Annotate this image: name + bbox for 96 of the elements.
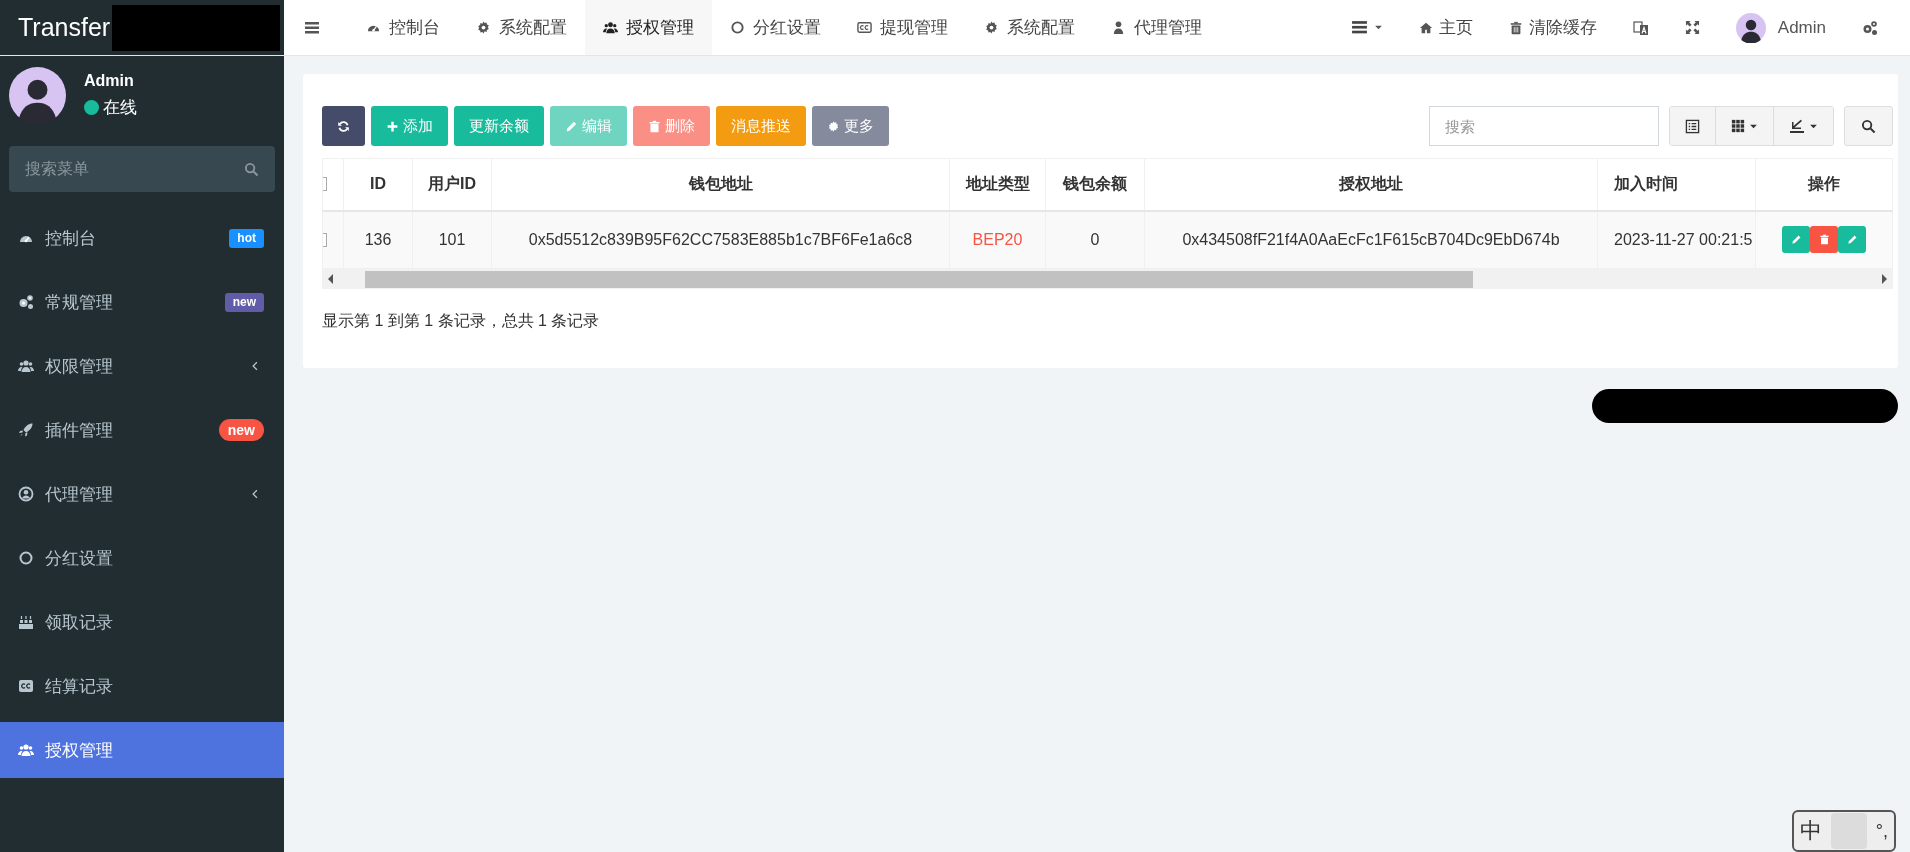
- nav-tab[interactable]: 提现管理: [839, 0, 966, 55]
- export-icon: [1789, 118, 1805, 134]
- gear-icon: [476, 20, 491, 35]
- cc-icon: [857, 20, 872, 35]
- pagination-summary: 显示第 1 到第 1 条记录，总共 1 条记录: [322, 311, 601, 331]
- checkbox[interactable]: [323, 177, 327, 192]
- settings-icon[interactable]: [1862, 19, 1878, 36]
- user-icon: [1111, 20, 1126, 35]
- nav-tab[interactable]: 系统配置: [458, 0, 585, 55]
- sidebar-item[interactable]: 领取记录: [0, 594, 284, 650]
- ime-widget[interactable]: 中 °,: [1792, 810, 1896, 852]
- search-field[interactable]: 搜索: [1429, 106, 1659, 146]
- ime-punctuation: °,: [1875, 820, 1888, 842]
- pencil-icon: [1846, 234, 1858, 246]
- table-cell: 0x5d5512c839B95F62CC7583E885b1c7BF6Fe1a6c8: [491, 210, 950, 269]
- table-cell: BEP20: [949, 210, 1046, 269]
- logo-text: Transfer: [18, 13, 111, 42]
- scroll-left-icon[interactable]: [328, 274, 333, 284]
- sidebar-item[interactable]: 控制台 hot: [0, 210, 284, 266]
- column-header: 操作: [1755, 158, 1893, 211]
- menu-icon[interactable]: [304, 19, 320, 36]
- nav-tab[interactable]: 代理管理: [1093, 0, 1220, 55]
- horizontal-scrollbar[interactable]: [322, 269, 1893, 289]
- gear-icon: [984, 20, 999, 35]
- user-menu[interactable]: Admin: [1717, 12, 1844, 43]
- nav-tab[interactable]: 授权管理: [585, 0, 712, 55]
- table-cell: 101: [412, 210, 492, 269]
- plus-icon: [386, 119, 399, 133]
- caret-icon: [1373, 23, 1383, 32]
- badge: new: [224, 292, 264, 312]
- column-header: 地址类型: [949, 158, 1046, 211]
- users-icon: [18, 742, 34, 758]
- table-cell: 0x434508fF21f4A0AaEcFc1F615cB704Dc9EbD674b: [1144, 210, 1598, 269]
- nav-link[interactable]: 主页: [1400, 16, 1491, 39]
- circle-icon: [730, 20, 745, 35]
- circle-icon: [18, 550, 34, 566]
- grid-icon: [1731, 119, 1745, 133]
- list-icon: [1685, 118, 1700, 134]
- ime-label: 中: [1800, 817, 1822, 845]
- scroll-right-icon[interactable]: [1882, 274, 1887, 284]
- column-header: 钱包地址: [491, 158, 950, 211]
- status-text: 在线: [103, 96, 137, 119]
- cake-icon: [18, 614, 34, 630]
- nav-tab[interactable]: 控制台: [348, 0, 458, 55]
- avatar-icon: [9, 66, 66, 124]
- gears-icon: [18, 294, 34, 310]
- column-header: 用户ID: [412, 158, 492, 211]
- column-header: 加入时间: [1597, 158, 1756, 211]
- badge: new: [218, 419, 264, 441]
- fullscreen-icon[interactable]: [1684, 20, 1700, 35]
- toggle-view-button[interactable]: [1670, 107, 1715, 145]
- refresh-icon: [337, 119, 350, 133]
- table-cell: 136: [343, 210, 413, 269]
- sidebar-item[interactable]: 权限管理: [0, 338, 284, 394]
- user-circle-icon: [18, 486, 34, 502]
- search-button[interactable]: [1844, 106, 1893, 146]
- sidebar-item[interactable]: 分红设置: [0, 530, 284, 586]
- search-icon: [244, 162, 259, 177]
- nav-tab[interactable]: 分红设置: [712, 0, 839, 55]
- nav-link[interactable]: 清除缓存: [1490, 16, 1615, 39]
- sidebar-item[interactable]: 结算记录: [0, 658, 284, 714]
- delete-button[interactable]: [1810, 226, 1838, 254]
- pencil-icon: [565, 119, 578, 133]
- sidebar-item[interactable]: 代理管理: [0, 466, 284, 522]
- column-header: 授权地址: [1144, 158, 1598, 211]
- list-icon: [1350, 19, 1368, 36]
- translate-icon[interactable]: [1632, 19, 1649, 36]
- nav-tab[interactable]: 系统配置: [966, 0, 1093, 55]
- cs-icon: [18, 678, 34, 694]
- column-header: ID: [343, 158, 413, 211]
- users-icon: [603, 20, 618, 35]
- scrollbar-thumb[interactable]: [365, 270, 1473, 288]
- home-icon: [1418, 20, 1433, 35]
- badge: hot: [229, 228, 264, 248]
- table-cell: 2023-11-27 00:21:5: [1597, 210, 1756, 269]
- sidebar-item[interactable]: 插件管理 new: [0, 402, 284, 458]
- trash-icon: [648, 119, 661, 133]
- trash-icon: [1818, 234, 1830, 246]
- user-name: Admin: [84, 71, 135, 90]
- table-cell: 0: [1045, 210, 1145, 269]
- columns-button[interactable]: [1715, 107, 1773, 145]
- checkbox[interactable]: [323, 232, 327, 247]
- trash-icon: [1508, 20, 1523, 35]
- avatar-icon: [1735, 12, 1766, 43]
- rocket-icon: [18, 422, 34, 438]
- photo-placeholder: [1830, 813, 1867, 849]
- pencil-icon: [1790, 234, 1802, 246]
- refresh-button[interactable]: [322, 106, 365, 146]
- menu-search-field[interactable]: 搜索菜单: [9, 146, 275, 192]
- search-icon: [1861, 118, 1876, 134]
- gear-icon: [827, 119, 840, 133]
- export-button[interactable]: [1773, 107, 1833, 145]
- column-header: 钱包余额: [1045, 158, 1145, 211]
- sidebar-item[interactable]: 授权管理: [0, 722, 284, 778]
- sidebar-item[interactable]: 常规管理 new: [0, 274, 284, 330]
- users-icon: [18, 358, 34, 374]
